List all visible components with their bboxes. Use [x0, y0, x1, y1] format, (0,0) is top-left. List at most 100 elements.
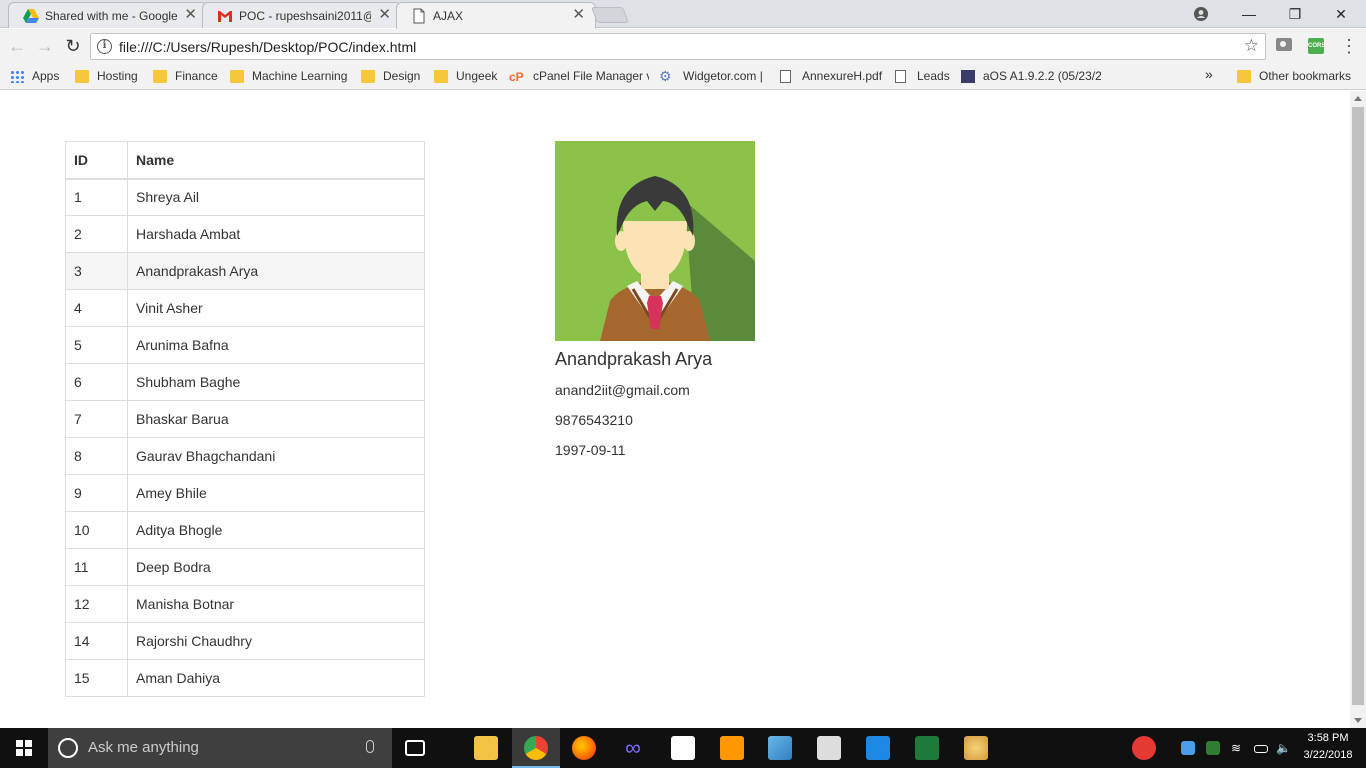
cell-id[interactable]: 14	[65, 622, 128, 660]
table-row[interactable]: 8 Gaurav Bhagchandani	[65, 437, 425, 475]
window-app-icon[interactable]	[768, 736, 792, 760]
cell-name[interactable]: Manisha Botnar	[127, 585, 425, 623]
restore-button[interactable]: ❐	[1272, 0, 1318, 28]
cell-name[interactable]: Anandprakash Arya	[127, 252, 425, 290]
url-text[interactable]: file:///C:/Users/Rupesh/Desktop/POC/inde…	[119, 39, 416, 55]
windows-defender-icon[interactable]	[1181, 741, 1195, 755]
back-icon[interactable]: ←	[6, 35, 28, 57]
vscode-icon[interactable]	[866, 736, 890, 760]
bookmark-cpanel[interactable]: cP cPanel File Manager v	[509, 69, 649, 85]
bookmark-star-icon[interactable]: ☆	[1244, 36, 1259, 56]
cell-id[interactable]: 1	[65, 178, 128, 216]
close-icon[interactable]: ✕	[378, 7, 391, 23]
bookmark-machine-learning[interactable]: Machine Learning	[230, 69, 354, 85]
cell-id[interactable]: 15	[65, 659, 128, 697]
bookmark-overflow-icon[interactable]: »	[1205, 67, 1217, 83]
close-icon[interactable]: ✕	[184, 7, 197, 23]
scroll-up-icon[interactable]	[1354, 96, 1362, 101]
cell-name[interactable]: Shubham Baghe	[127, 363, 425, 401]
cell-id[interactable]: 3	[65, 252, 128, 290]
infinity-app-icon[interactable]: ∞	[621, 736, 645, 760]
bookmark-hosting[interactable]: Hosting	[75, 69, 145, 85]
calculator-icon[interactable]	[817, 736, 841, 760]
table-row[interactable]: 10 Aditya Bhogle	[65, 511, 425, 549]
scrollbar-thumb[interactable]	[1352, 107, 1364, 705]
cell-name[interactable]: Shreya Ail	[127, 178, 425, 216]
cell-name[interactable]: Amey Bhile	[127, 474, 425, 512]
bookmark-leads[interactable]: Leads	[895, 69, 953, 85]
table-row[interactable]: 14 Rajorshi Chaudhry	[65, 622, 425, 660]
close-window-button[interactable]: ✕	[1318, 0, 1364, 28]
info-icon[interactable]: i	[97, 39, 112, 54]
cell-id[interactable]: 8	[65, 437, 128, 475]
clock-time[interactable]: 3:58 PM	[1295, 732, 1361, 744]
firefox-icon[interactable]	[572, 736, 596, 760]
paint-icon[interactable]	[964, 736, 988, 760]
table-row[interactable]: 9 Amey Bhile	[65, 474, 425, 512]
table-row[interactable]: 12 Manisha Botnar	[65, 585, 425, 623]
sticky-notes-icon[interactable]	[671, 736, 695, 760]
bookmark-annexure[interactable]: AnnexureH.pdf	[780, 69, 886, 85]
sublime-text-icon[interactable]	[720, 736, 744, 760]
cell-id[interactable]: 2	[65, 215, 128, 253]
reload-icon[interactable]: ↻	[62, 35, 84, 57]
cell-name[interactable]: Aditya Bhogle	[127, 511, 425, 549]
scroll-down-icon[interactable]	[1354, 718, 1362, 723]
tab-gmail[interactable]: POC - rupeshsaini2011@ ✕	[202, 2, 402, 28]
bookmark-ungeek[interactable]: Ungeek	[434, 69, 504, 85]
table-row[interactable]: 5 Arunima Bafna	[65, 326, 425, 364]
table-row[interactable]: 3 Anandprakash Arya	[65, 252, 425, 290]
forward-icon[interactable]: →	[34, 35, 56, 57]
task-view-icon[interactable]	[405, 740, 425, 756]
table-row[interactable]: 4 Vinit Asher	[65, 289, 425, 327]
cell-name[interactable]: Rajorshi Chaudhry	[127, 622, 425, 660]
battery-icon[interactable]	[1254, 745, 1268, 753]
cell-id[interactable]: 5	[65, 326, 128, 364]
chrome-icon[interactable]	[524, 736, 548, 760]
address-bar[interactable]: i file:///C:/Users/Rupesh/Desktop/POC/in…	[90, 33, 1266, 60]
start-button[interactable]	[0, 728, 48, 768]
cell-id[interactable]: 11	[65, 548, 128, 586]
table-row[interactable]: 2 Harshada Ambat	[65, 215, 425, 253]
microphone-icon[interactable]	[366, 740, 374, 753]
bookmark-finance[interactable]: Finance	[153, 69, 223, 85]
table-row[interactable]: 15 Aman Dahiya	[65, 659, 425, 697]
clock-date[interactable]: 3/22/2018	[1295, 749, 1361, 761]
cell-id[interactable]: 9	[65, 474, 128, 512]
cors-extension-icon[interactable]: CORS	[1308, 38, 1325, 54]
cell-id[interactable]: 4	[65, 289, 128, 327]
file-explorer-icon[interactable]	[474, 736, 498, 760]
volume-icon[interactable]: 🔈	[1276, 741, 1291, 755]
cell-id[interactable]: 6	[65, 363, 128, 401]
tab-ajax[interactable]: AJAX ✕	[396, 2, 596, 29]
minimize-button[interactable]: —	[1226, 0, 1272, 28]
taskbar-search[interactable]: Ask me anything	[48, 728, 392, 768]
close-icon[interactable]: ✕	[572, 7, 585, 23]
excel-icon[interactable]	[915, 736, 939, 760]
cell-name[interactable]: Aman Dahiya	[127, 659, 425, 697]
bookmark-widgetor[interactable]: ⚙ Widgetor.com |	[659, 69, 769, 85]
cell-name[interactable]: Harshada Ambat	[127, 215, 425, 253]
table-row[interactable]: 7 Bhaskar Barua	[65, 400, 425, 438]
table-row[interactable]: 11 Deep Bodra	[65, 548, 425, 586]
vertical-scrollbar[interactable]	[1350, 91, 1366, 728]
bookmark-aos[interactable]: aOS A1.9.2.2 (05/23/2	[961, 69, 1101, 85]
bookmark-apps[interactable]: Apps	[10, 69, 70, 85]
notification-app-icon[interactable]	[1132, 736, 1156, 760]
profile-icon[interactable]	[1178, 0, 1224, 28]
bookmark-design[interactable]: Design	[361, 69, 427, 85]
app-tray-icon[interactable]	[1206, 741, 1220, 755]
camera-icon[interactable]	[1276, 38, 1292, 51]
tab-google-drive[interactable]: Shared with me - Google ✕	[8, 2, 208, 28]
cell-id[interactable]: 12	[65, 585, 128, 623]
cell-name[interactable]: Gaurav Bhagchandani	[127, 437, 425, 475]
cell-name[interactable]: Deep Bodra	[127, 548, 425, 586]
table-row[interactable]: 6 Shubham Baghe	[65, 363, 425, 401]
cell-name[interactable]: Vinit Asher	[127, 289, 425, 327]
cell-name[interactable]: Bhaskar Barua	[127, 400, 425, 438]
new-tab-button[interactable]	[591, 7, 629, 23]
table-row[interactable]: 1 Shreya Ail	[65, 178, 425, 216]
cell-id[interactable]: 7	[65, 400, 128, 438]
wifi-icon[interactable]: ≋	[1231, 741, 1245, 755]
cell-name[interactable]: Arunima Bafna	[127, 326, 425, 364]
